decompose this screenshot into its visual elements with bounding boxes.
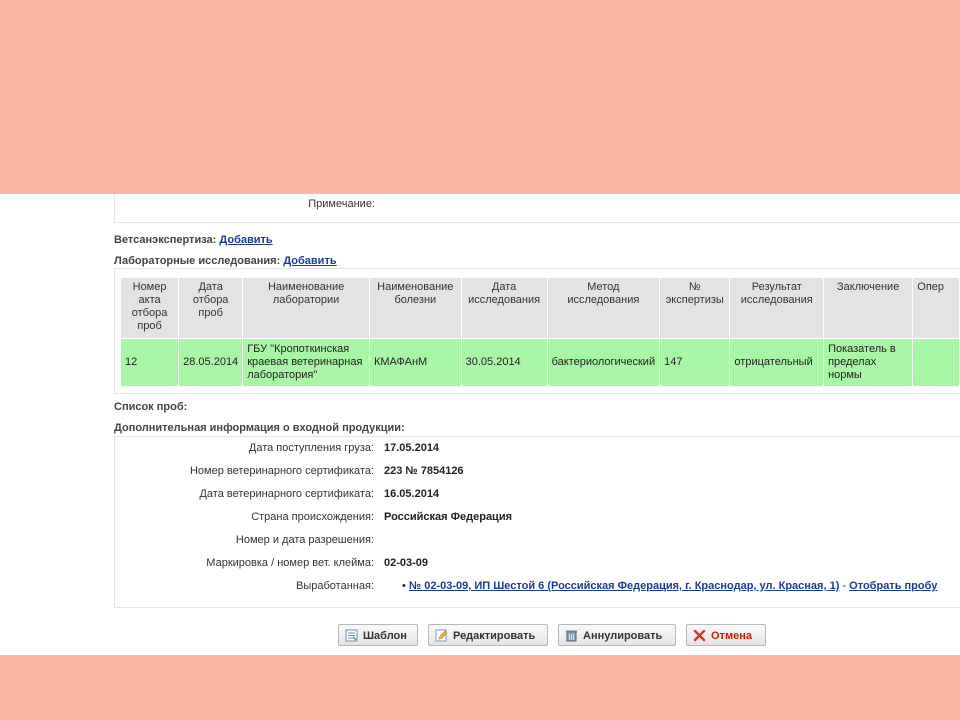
document-content: Примечание: Ветсанэкспертиза: Добавить Л…: [0, 194, 960, 655]
cell-study-date: 30.05.2014: [460, 338, 548, 387]
info-label: Страна происхождения:: [251, 511, 374, 523]
info-label: Дата поступления груза:: [248, 442, 374, 454]
form-box: Примечание:: [114, 194, 960, 223]
bullet-icon: •: [402, 580, 406, 592]
cell-act-number: 12: [119, 338, 180, 387]
cell-sample-date: 28.05.2014: [178, 338, 244, 387]
col-conclusion: Заключение: [823, 277, 914, 339]
lab-section-label: Лабораторные исследования:: [114, 255, 281, 267]
bottom-band: [0, 655, 960, 720]
info-row-cert-date: Дата ветеринарного сертификата: 16.05.20…: [114, 488, 944, 510]
cell-laboratory: ГБУ "Кропоткинская краевая ветеринарная …: [242, 338, 370, 387]
edit-icon: [435, 629, 448, 642]
produced-separator: -: [842, 580, 847, 592]
vet-section: Ветсанэкспертиза: Добавить: [114, 234, 273, 246]
col-method: Метод исследования: [546, 277, 661, 339]
info-label: Номер и дата разрешения:: [235, 534, 374, 546]
cancel-button-label: Отмена: [711, 630, 752, 642]
info-row-arrival-date: Дата поступления груза: 17.05.2014: [114, 442, 944, 464]
vet-add-link[interactable]: Добавить: [219, 234, 272, 246]
info-row-country: Страна происхождения: Российская Федерац…: [114, 511, 944, 533]
cell-conclusion: Показатель в пределах нормы: [823, 338, 914, 387]
annul-button-label: Аннулировать: [583, 630, 663, 642]
col-sample-date: Дата отбора проб: [178, 277, 244, 339]
info-label: Номер ветеринарного сертификата:: [189, 465, 374, 477]
info-label: Дата ветеринарного сертификата:: [199, 488, 374, 500]
template-icon: [345, 629, 358, 642]
col-study-date: Дата исследования: [460, 277, 548, 339]
edit-button[interactable]: Редактировать: [428, 624, 548, 646]
col-disease: Наименование болезни: [368, 277, 462, 339]
cell-disease: КМАФАнМ: [368, 338, 462, 387]
info-label: Маркировка / номер вет. клейма:: [206, 557, 374, 569]
info-value: 16.05.2014: [384, 488, 440, 500]
info-label: Выработанная:: [296, 580, 374, 592]
info-value: Российская Федерация: [384, 511, 512, 523]
template-button[interactable]: Шаблон: [338, 624, 418, 646]
top-band: [0, 0, 960, 194]
info-row-marking: Маркировка / номер вет. клейма: 02-03-09: [114, 557, 944, 579]
info-row-permit: Номер и дата разрешения:: [114, 534, 944, 556]
close-icon: [693, 629, 706, 642]
col-expertise-number: № экспертизы: [659, 277, 731, 339]
take-sample-link[interactable]: Отобрать пробу: [849, 580, 937, 592]
lab-table: Номер акта отбора проб Дата отбора проб …: [119, 277, 960, 387]
samples-label: Список проб:: [114, 401, 188, 413]
table-row: 12 28.05.2014 ГБУ "Кропоткинская краевая…: [119, 338, 960, 387]
lab-table-header: Номер акта отбора проб Дата отбора проб …: [119, 277, 960, 339]
col-result: Результат исследования: [729, 277, 825, 339]
info-value: 02-03-09: [384, 557, 429, 569]
annul-button[interactable]: Аннулировать: [558, 624, 676, 646]
col-laboratory: Наименование лаборатории: [242, 277, 370, 339]
lab-add-link[interactable]: Добавить: [283, 255, 336, 267]
cell-expertise-number: 147: [659, 338, 731, 387]
info-value: 223 № 7854126: [384, 465, 464, 477]
col-act-number: Номер акта отбора проб: [119, 277, 180, 339]
cell-method: бактериологический: [546, 338, 661, 387]
vet-section-label: Ветсанэкспертиза:: [114, 234, 217, 246]
info-value: 17.05.2014: [384, 442, 440, 454]
produced-link[interactable]: № 02-03-09, ИП Шестой 6 (Российская Феде…: [409, 580, 839, 592]
cell-result: отрицательный: [729, 338, 825, 387]
col-operations: Опер: [912, 277, 960, 339]
trash-icon: [566, 630, 577, 642]
note-label: Примечание:: [308, 198, 375, 210]
edit-button-label: Редактировать: [453, 630, 536, 642]
produced-item: • № 02-03-09, ИП Шестой 6 (Российская Фе…: [402, 580, 937, 592]
info-row-produced: Выработанная: • № 02-03-09, ИП Шестой 6 …: [114, 580, 944, 602]
lab-section: Лабораторные исследования: Добавить: [114, 255, 337, 267]
info-row-cert-number: Номер ветеринарного сертификата: 223 № 7…: [114, 465, 944, 487]
template-button-label: Шаблон: [363, 630, 407, 642]
extra-info-label: Дополнительная информация о входной прод…: [114, 422, 405, 434]
cell-operations: [912, 338, 960, 387]
cancel-button[interactable]: Отмена: [686, 624, 766, 646]
